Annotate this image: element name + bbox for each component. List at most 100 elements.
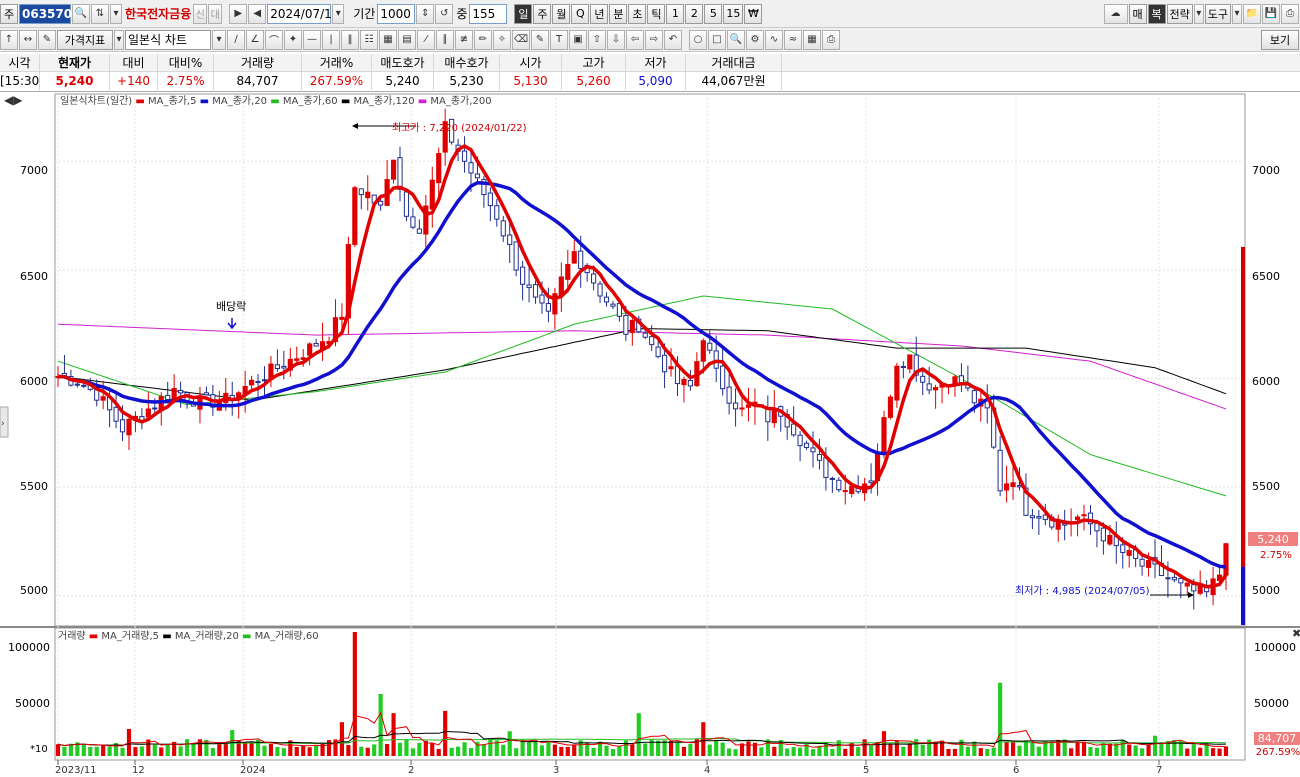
back-icon[interactable]: ◀ bbox=[248, 3, 267, 24]
trendline-icon[interactable]: ∕ bbox=[227, 29, 245, 50]
bars-icon[interactable]: ▤ bbox=[398, 29, 416, 50]
interval-2[interactable]: 2 bbox=[685, 3, 704, 24]
legend-swatch: ▬ bbox=[341, 96, 354, 107]
arc-icon[interactable]: ⌒ bbox=[265, 29, 283, 50]
currency-button[interactable]: ₩ bbox=[744, 3, 763, 24]
indicator-button[interactable]: 가격지표 bbox=[57, 29, 113, 50]
candle-body bbox=[868, 480, 874, 484]
vline-icon[interactable]: | bbox=[322, 29, 340, 50]
circle-icon[interactable]: ○ bbox=[689, 29, 707, 50]
channel-icon[interactable]: ⁄ bbox=[417, 29, 435, 50]
interval-5[interactable]: 5 bbox=[704, 3, 723, 24]
cycle-lines-icon[interactable]: ‖ bbox=[341, 29, 359, 50]
compound-button[interactable]: 복 bbox=[1147, 3, 1166, 24]
period-input[interactable]: 1000 bbox=[377, 3, 416, 24]
stock-code-input[interactable]: 063570 bbox=[19, 3, 72, 24]
search-icon[interactable]: 🔍 bbox=[72, 3, 90, 24]
volume-bar bbox=[1094, 747, 1100, 756]
arrow-left-icon[interactable]: ⇦ bbox=[626, 29, 644, 50]
volume-bar bbox=[907, 743, 912, 756]
angle-icon[interactable]: ∠ bbox=[246, 29, 264, 50]
interval-day[interactable]: 일 bbox=[514, 3, 533, 24]
text-icon[interactable]: T bbox=[550, 29, 568, 50]
parallel-icon[interactable]: ∥ bbox=[436, 29, 454, 50]
fan-icon[interactable]: ✦ bbox=[284, 29, 302, 50]
spin-icon[interactable]: ⇕ bbox=[416, 3, 435, 24]
chevron-down-icon[interactable]: ▾ bbox=[1193, 3, 1204, 24]
interval-second[interactable]: 초 bbox=[628, 3, 647, 24]
zigzag-icon[interactable]: ≈ bbox=[784, 29, 802, 50]
arrow-down-icon[interactable]: ⇩ bbox=[607, 29, 625, 50]
stock-chart[interactable]: 7000 6500 6000 5500 5000 7000 6500 6000 … bbox=[0, 92, 1300, 776]
interval-15[interactable]: 15 bbox=[723, 3, 744, 24]
chart-area[interactable]: 7000 6500 6000 5500 5000 7000 6500 6000 … bbox=[0, 92, 1300, 776]
eraser-icon[interactable]: ⌫ bbox=[512, 29, 530, 50]
candle-body bbox=[1074, 516, 1081, 521]
up-arrow-icon[interactable]: ↑ bbox=[0, 29, 18, 50]
count-input[interactable]: 155 bbox=[469, 3, 508, 24]
interval-tick[interactable]: 틱 bbox=[647, 3, 666, 24]
save-icon[interactable]: 💾 bbox=[1262, 3, 1280, 24]
grid-lines-icon[interactable]: ☷ bbox=[360, 29, 378, 50]
history-icon[interactable]: ⇅ bbox=[91, 3, 109, 24]
expand-right-icon[interactable]: › bbox=[1, 419, 5, 429]
candle-body bbox=[281, 365, 287, 369]
volume-bar bbox=[946, 748, 951, 756]
chart-info-icon[interactable]: 대 bbox=[208, 3, 223, 24]
arrow-up-icon[interactable]: ⇧ bbox=[588, 29, 606, 50]
printer-icon[interactable]: ⎙ bbox=[822, 29, 840, 50]
chart-type-select[interactable]: 일본식 차트 bbox=[125, 29, 211, 50]
volume-bar bbox=[120, 747, 125, 756]
hline-icon[interactable]: — bbox=[303, 29, 321, 50]
pitchfork-icon[interactable]: ≢ bbox=[455, 29, 473, 50]
settings-icon[interactable]: ⚙ bbox=[746, 29, 764, 50]
market-type-button[interactable]: 주 bbox=[0, 3, 18, 24]
candle-body bbox=[997, 449, 1003, 492]
zoom-fit-icon[interactable]: ▣ bbox=[569, 29, 587, 50]
calendar-dropdown-icon[interactable]: ▾ bbox=[332, 3, 345, 24]
table-icon[interactable]: ▦ bbox=[379, 29, 397, 50]
folder-icon[interactable]: 📁 bbox=[1243, 3, 1261, 24]
print-icon[interactable]: ⎙ bbox=[1281, 3, 1299, 24]
play-icon[interactable]: ▶ bbox=[229, 3, 248, 24]
buy-sell-button[interactable]: 매 bbox=[1128, 3, 1147, 24]
interval-month[interactable]: 월 bbox=[552, 3, 571, 24]
link-icon[interactable]: 신 bbox=[193, 3, 208, 24]
arrow-right-icon[interactable]: ⇨ bbox=[645, 29, 663, 50]
chevron-down-icon[interactable]: ▾ bbox=[1232, 3, 1242, 24]
pencil-icon[interactable]: ✏ bbox=[474, 29, 492, 50]
date-input[interactable]: 2024/07/11 bbox=[267, 3, 339, 24]
square-icon[interactable]: □ bbox=[708, 29, 726, 50]
view-button[interactable]: 보기 bbox=[1261, 29, 1299, 50]
interval-year[interactable]: 년 bbox=[590, 3, 609, 24]
chevron-down-icon[interactable]: ▾ bbox=[212, 29, 226, 50]
candle-body bbox=[629, 320, 635, 333]
y-tick-label: 5000 bbox=[20, 584, 48, 597]
interval-1[interactable]: 1 bbox=[666, 3, 685, 24]
magic-icon[interactable]: ✧ bbox=[493, 29, 511, 50]
candle-body bbox=[500, 220, 506, 237]
sync-icon[interactable]: ↺ bbox=[435, 3, 454, 24]
wave-icon[interactable]: ∿ bbox=[765, 29, 783, 50]
expand-icon[interactable]: ↔ bbox=[19, 29, 37, 50]
magnify-icon[interactable]: 🔍 bbox=[727, 29, 745, 50]
undo-icon[interactable]: ↶ bbox=[664, 29, 682, 50]
tools-button[interactable]: 도구 bbox=[1204, 3, 1231, 24]
interval-quarter[interactable]: Q bbox=[571, 3, 590, 24]
chevron-down-icon[interactable]: ▾ bbox=[114, 29, 124, 50]
interval-minute[interactable]: 분 bbox=[609, 3, 628, 24]
volume-bar bbox=[1036, 746, 1041, 756]
legend-arrows-icon[interactable]: ◀▶ bbox=[4, 93, 23, 107]
note-icon[interactable]: ✎ bbox=[531, 29, 549, 50]
close-panel-icon[interactable]: ✖ bbox=[1292, 627, 1300, 640]
price-panel[interactable] bbox=[54, 93, 1246, 627]
volume-bar bbox=[133, 747, 138, 756]
cloud-icon[interactable]: ☁ bbox=[1103, 3, 1128, 24]
current-pct-tag: 2.75% bbox=[1260, 550, 1292, 561]
volume-bar bbox=[1198, 747, 1203, 756]
image-icon[interactable]: ▦ bbox=[803, 29, 821, 50]
chevron-down-icon[interactable]: ▾ bbox=[110, 3, 122, 24]
edit-icon[interactable]: ✎ bbox=[38, 29, 56, 50]
interval-week[interactable]: 주 bbox=[533, 3, 552, 24]
strategy-button[interactable]: 전략 bbox=[1166, 3, 1193, 24]
